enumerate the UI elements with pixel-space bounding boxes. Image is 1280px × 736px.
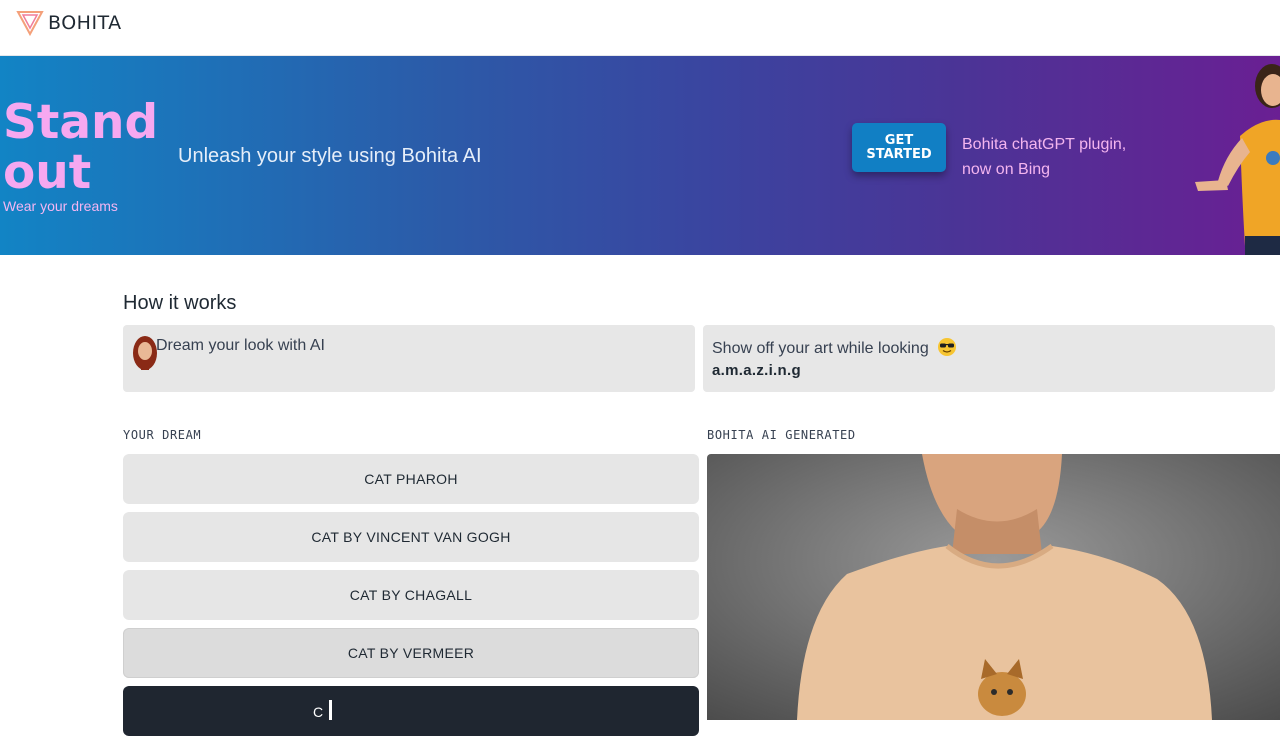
dream-option-cat-chagall[interactable]: CAT BY CHAGALL [123,570,699,620]
hero-banner: Stand out Wear your dreams Unleash your … [0,56,1280,255]
dream-prompt-value: C [313,704,324,720]
how-card-dream: Dream your look with AI [123,325,695,392]
chatgpt-plugin-link[interactable]: Bohita chatGPT plugin, now on Bing [962,132,1132,182]
model-pointing-image [1195,64,1280,255]
portrait-icon [133,336,157,370]
bohita-logo-icon [16,11,44,37]
sunglasses-emoji-icon [938,338,957,356]
dream-prompt-input[interactable]: C [123,686,699,736]
how-it-works-heading: How it works [123,292,237,314]
brand-name: BOHITA [48,12,122,34]
hero-title: Stand out [3,95,159,200]
how-card-show-off-text: Show off your art while looking [712,340,929,357]
generated-tshirt-image [707,454,1280,720]
hero-subtitle: Wear your dreams [3,198,118,214]
how-card-show-off-emphasis: a.m.a.z.i.n.g [712,362,801,379]
dream-option-cat-van-gogh[interactable]: CAT BY VINCENT VAN GOGH [123,512,699,562]
dream-option-cat-vermeer[interactable]: CAT BY VERMEER [123,628,699,678]
dream-option-cat-pharoh[interactable]: CAT PHAROH [123,454,699,504]
how-card-show-off-text-row: Show off your art while looking [712,337,957,358]
get-started-button[interactable]: GET STARTED [852,123,946,172]
top-navbar: BOHITA [0,0,1280,56]
brand-logo[interactable]: BOHITA [16,9,122,37]
text-caret [329,700,332,720]
ai-generated-label: BOHITA AI GENERATED [707,428,856,442]
hero-tagline: Unleash your style using Bohita AI [178,145,482,167]
how-card-dream-text: Dream your look with AI [156,337,325,354]
your-dream-label: YOUR DREAM [123,428,202,442]
how-card-show-off: Show off your art while looking a.m.a.z.… [703,325,1275,392]
